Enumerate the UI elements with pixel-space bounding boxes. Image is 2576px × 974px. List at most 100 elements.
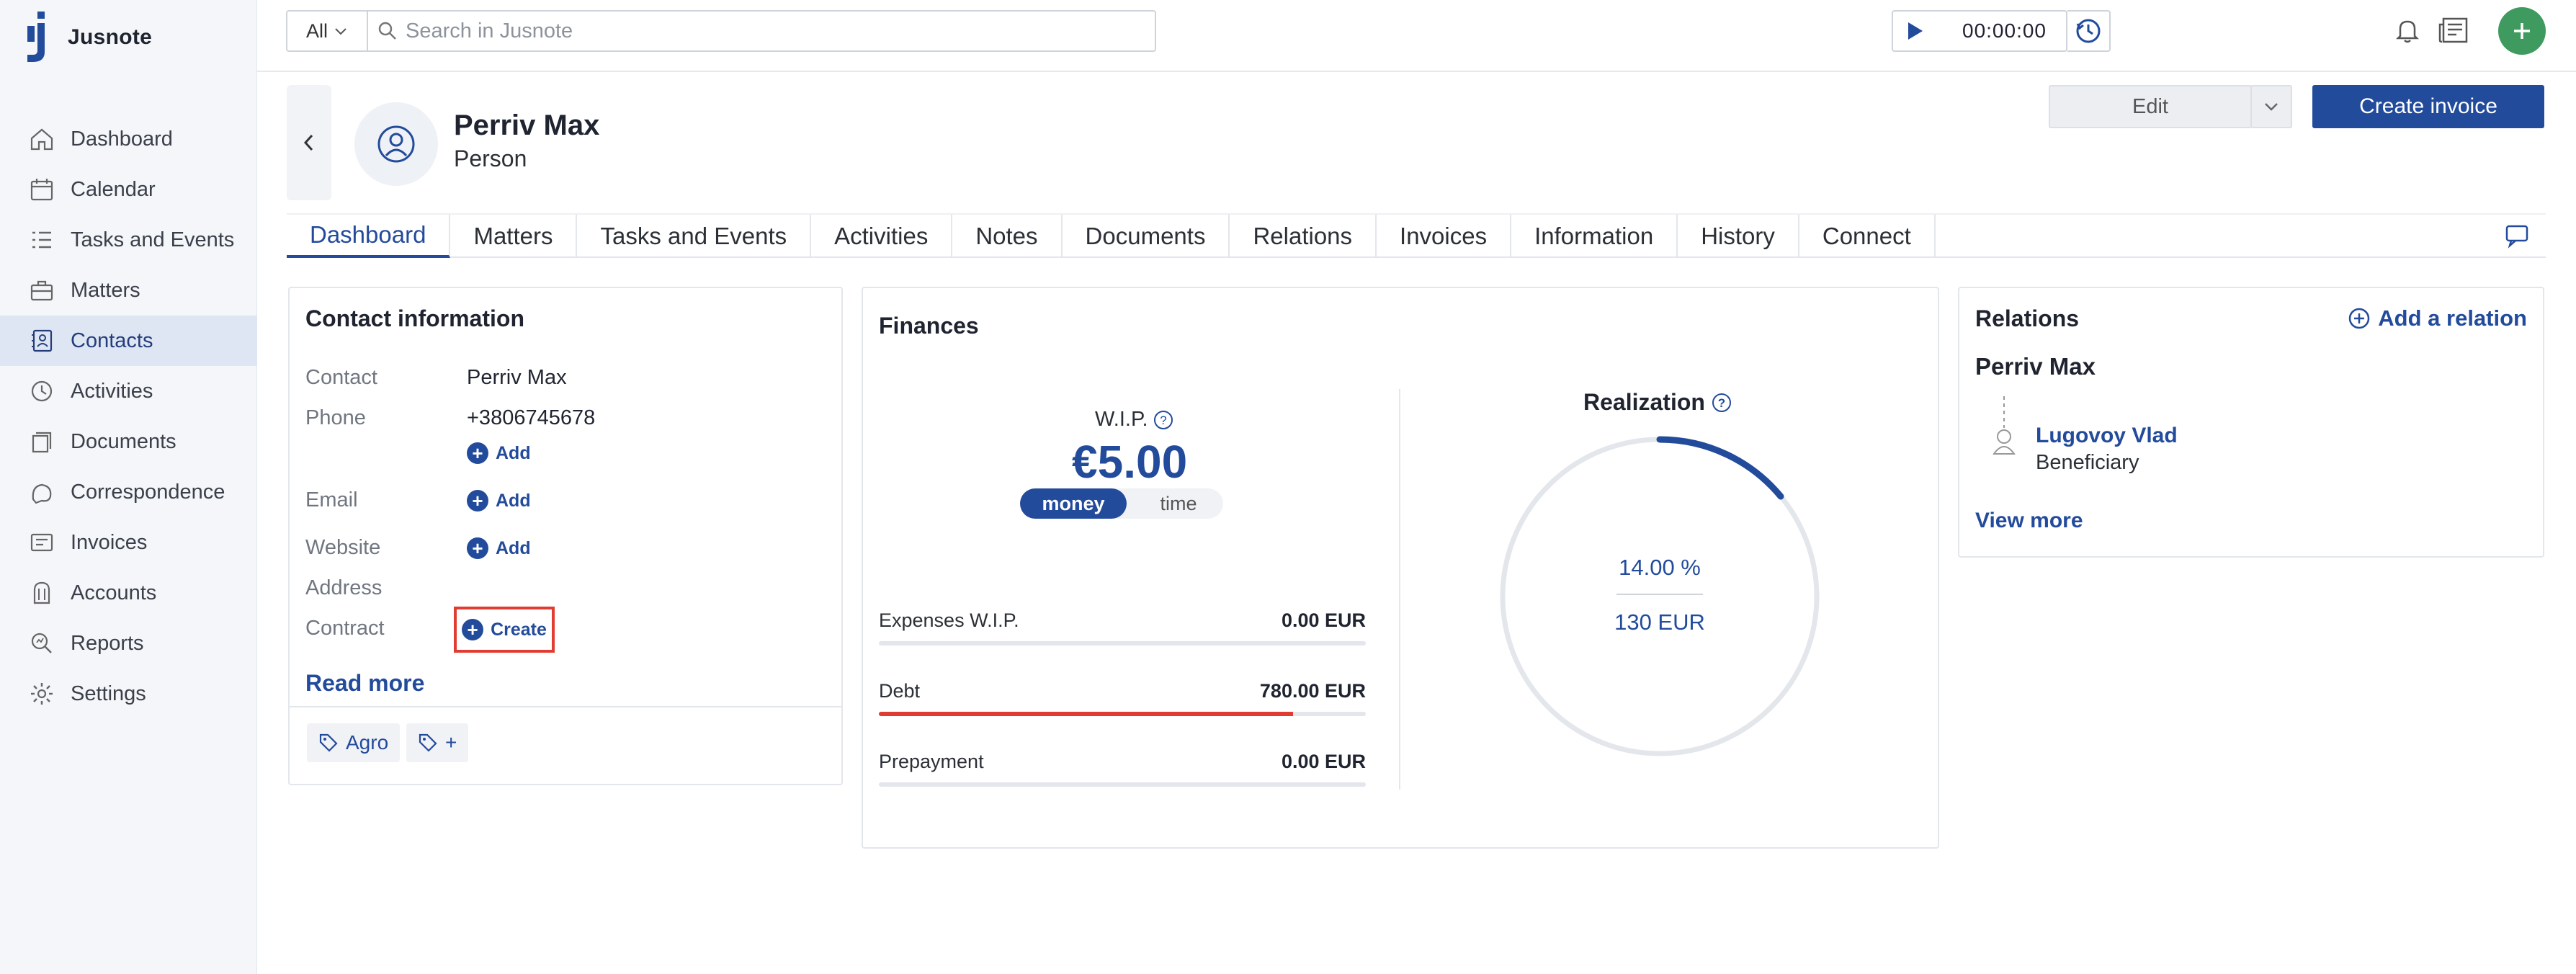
- plus-icon: [2514, 23, 2530, 39]
- contract-label: Contract: [305, 617, 385, 640]
- timer-play-button[interactable]: [1893, 21, 1936, 41]
- sidebar-item-contacts[interactable]: Contacts: [0, 316, 257, 366]
- edit-dropdown-button[interactable]: [2250, 85, 2292, 128]
- tab-notes[interactable]: Notes: [952, 215, 1063, 258]
- activities-icon: [31, 380, 53, 402]
- tab-history[interactable]: History: [1678, 215, 1799, 258]
- comment-icon[interactable]: [2503, 220, 2531, 249]
- tab-information[interactable]: Information: [1511, 215, 1678, 258]
- view-more-link[interactable]: View more: [1975, 509, 2083, 533]
- divider: [290, 706, 841, 707]
- search-scope-select[interactable]: All: [287, 12, 368, 50]
- prepayment-row: Prepayment 0.00 EUR: [879, 751, 1366, 795]
- relation-root-name: Perriv Max: [1975, 353, 2096, 380]
- sidebar-item-invoices[interactable]: Invoices: [0, 517, 257, 568]
- news-button[interactable]: [2436, 13, 2471, 48]
- tab-bar: Dashboard Matters Tasks and Events Activiti…: [287, 213, 2546, 258]
- top-bar: All: [257, 0, 2576, 72]
- tab-documents[interactable]: Documents: [1063, 215, 1230, 258]
- sidebar-item-dashboard[interactable]: Dashboard: [0, 114, 257, 164]
- tab-relations[interactable]: Relations: [1230, 215, 1377, 258]
- sidebar-item-correspondence[interactable]: Correspondence: [0, 467, 257, 517]
- tab-dashboard[interactable]: Dashboard: [287, 215, 451, 258]
- relation-role: Beneficiary: [2036, 451, 2139, 474]
- chevron-down-icon: [335, 28, 346, 35]
- sidebar-item-activities[interactable]: Activities: [0, 366, 257, 416]
- plus-circle-icon: +: [467, 490, 488, 511]
- add-email-button[interactable]: + Add: [467, 490, 531, 511]
- sidebar-item-documents[interactable]: Documents: [0, 416, 257, 467]
- add-phone-label: Add: [496, 442, 531, 463]
- realization-amount: 130 EUR: [1614, 609, 1705, 635]
- sidebar-item-reports[interactable]: Reports: [0, 618, 257, 669]
- add-relation-button[interactable]: Add a relation: [2348, 305, 2527, 331]
- tab-tasks-and-events[interactable]: Tasks and Events: [577, 215, 812, 258]
- chevron-left-icon: [303, 134, 313, 151]
- tag-label: Agro: [346, 731, 389, 754]
- edit-button[interactable]: Edit: [2049, 85, 2252, 128]
- add-phone-button[interactable]: + Add: [467, 442, 531, 464]
- tab-matters[interactable]: Matters: [450, 215, 578, 258]
- notifications-button[interactable]: [2390, 13, 2425, 48]
- contact-information-title: Contact information: [305, 305, 524, 331]
- create-contract-button[interactable]: + Create: [454, 607, 555, 653]
- expenses-wip-bar: [879, 641, 1366, 645]
- prepayment-amount: 0.00 EUR: [1281, 751, 1366, 772]
- contact-label: Contact: [305, 366, 377, 389]
- realization-title-text: Realization: [1583, 389, 1705, 415]
- add-email-label: Add: [496, 490, 531, 511]
- add-website-button[interactable]: + Add: [467, 537, 531, 559]
- reports-icon: [31, 633, 52, 653]
- add-tag-label: +: [445, 731, 457, 754]
- sidebar-item-label: Activities: [71, 379, 153, 403]
- address-label: Address: [305, 576, 383, 599]
- relation-person-link[interactable]: Lugovoy Vlad: [2036, 424, 2178, 448]
- add-tag-button[interactable]: +: [406, 723, 469, 762]
- newspaper-icon: [2438, 17, 2468, 43]
- tab-activities[interactable]: Activities: [811, 215, 953, 258]
- tasks-icon: [32, 231, 51, 249]
- calendar-icon: [30, 179, 53, 201]
- sidebar-item-tasks-and-events[interactable]: Tasks and Events: [0, 215, 257, 265]
- logo[interactable]: Jusnote: [26, 12, 152, 63]
- toggle-time[interactable]: time: [1135, 488, 1222, 519]
- toggle-money[interactable]: money: [1020, 488, 1127, 519]
- debt-bar: [879, 712, 1366, 716]
- create-contract-label: Create: [491, 619, 547, 640]
- tab-connect[interactable]: Connect: [1799, 215, 1936, 258]
- phone-label: Phone: [305, 406, 366, 429]
- sidebar-item-accounts[interactable]: Accounts: [0, 568, 257, 618]
- help-icon[interactable]: ?: [1153, 409, 1174, 431]
- wip-label-text: W.I.P.: [1095, 408, 1148, 431]
- wip-label: W.I.P. ?: [1095, 408, 1174, 432]
- add-new-button[interactable]: [2498, 7, 2546, 55]
- sidebar-item-matters[interactable]: Matters: [0, 265, 257, 316]
- create-invoice-button[interactable]: Create invoice: [2312, 85, 2544, 128]
- finances-divider: [1399, 389, 1400, 790]
- sidebar-nav: Dashboard Calendar Tasks and Events Matters…: [0, 114, 257, 719]
- bell-icon: [2395, 20, 2420, 43]
- timer-history-button[interactable]: [2067, 10, 2111, 52]
- tag-agro[interactable]: Agro: [307, 723, 401, 762]
- sidebar-item-label: Matters: [71, 278, 140, 302]
- read-more-link[interactable]: Read more: [305, 670, 424, 697]
- tab-invoices[interactable]: Invoices: [1377, 215, 1512, 258]
- search-input[interactable]: [406, 19, 1054, 43]
- prepayment-bar: [879, 782, 1366, 787]
- finances-card: Finances W.I.P. ? €5.00 money time Expen…: [862, 287, 1939, 849]
- jusnote-logo-icon: [27, 12, 45, 62]
- sidebar-item-calendar[interactable]: Calendar: [0, 164, 257, 215]
- back-button[interactable]: [287, 85, 331, 200]
- chevron-down-icon: [2265, 103, 2278, 111]
- page-subtitle: Person: [454, 146, 527, 171]
- sidebar-item-label: Tasks and Events: [71, 228, 235, 251]
- finances-title: Finances: [879, 313, 979, 339]
- sidebar-item-label: Invoices: [71, 530, 148, 554]
- tag-icon: [419, 733, 437, 752]
- sidebar-item-settings[interactable]: Settings: [0, 669, 257, 719]
- help-icon[interactable]: ?: [1711, 392, 1732, 414]
- expenses-wip-row: Expenses W.I.P. 0.00 EUR: [879, 609, 1366, 654]
- contacts-icon: [32, 329, 53, 352]
- add-relation-label: Add a relation: [2378, 305, 2527, 331]
- debt-amount: 780.00 EUR: [1259, 680, 1366, 702]
